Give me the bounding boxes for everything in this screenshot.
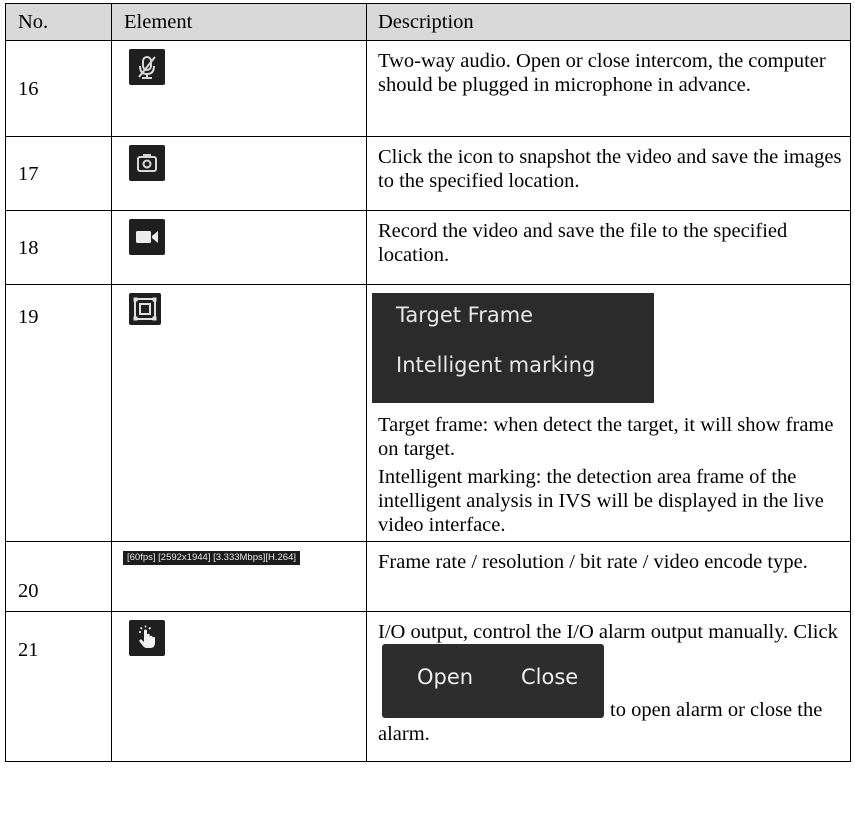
table-row: 18 Record the video and save the file to… — [5, 210, 851, 285]
table-row: 19 Target Frame Intelligent marking Targ… — [5, 284, 851, 542]
io-description-part1: I/O output, control the I/O alarm output… — [378, 621, 838, 643]
header-description: Description — [366, 3, 851, 41]
io-output-hand-icon — [129, 620, 165, 656]
row-description: Two-way audio. Open or close intercom, t… — [366, 40, 851, 137]
table-header-row: No. Element Description — [5, 3, 851, 41]
row-description: Target frame: when detect the target, it… — [378, 414, 834, 460]
header-element: Element — [111, 3, 367, 41]
encode-info-bar: [60fps] [2592x1944] [3.333Mbps][H.264] — [123, 551, 301, 565]
row-description: I/O output, control the I/O alarm output… — [378, 620, 844, 746]
table-row: 17 Click the icon to snapshot the video … — [5, 136, 851, 211]
row-description: Record the video and save the file to th… — [366, 210, 851, 285]
table-row: 20 [60fps] [2592x1944] [3.333Mbps][H.264… — [5, 541, 851, 612]
camera-snapshot-icon — [129, 145, 165, 181]
row-number: 16 — [5, 40, 112, 137]
close-alarm-button[interactable]: Close — [521, 665, 578, 689]
display-options-menu: Target Frame Intelligent marking — [372, 293, 654, 403]
row-description: Intelligent marking: the detection area … — [378, 466, 824, 536]
microphone-muted-icon — [129, 49, 165, 85]
video-record-icon — [129, 219, 165, 255]
target-frame-icon — [129, 293, 161, 325]
row-number: 21 — [5, 611, 112, 762]
open-alarm-button[interactable]: Open — [417, 665, 473, 689]
menu-item-intelligent-marking[interactable]: Intelligent marking — [396, 353, 595, 377]
table-row: 16 Two-way audio. Open or close intercom… — [5, 40, 851, 137]
alarm-toggle-control: Open Close — [382, 644, 604, 718]
table-row: 21 I/O output, control the I/O alarm out… — [5, 611, 851, 762]
row-description: Click the icon to snapshot the video and… — [366, 136, 851, 211]
row-number: 17 — [5, 136, 112, 211]
menu-item-target-frame[interactable]: Target Frame — [396, 303, 533, 327]
header-no: No. — [5, 3, 112, 41]
row-description: Frame rate / resolution / bit rate / vid… — [366, 541, 851, 612]
row-number: 20 — [5, 541, 112, 612]
row-number: 18 — [5, 210, 112, 285]
elements-table: No. Element Description 16 Two-way audio… — [5, 3, 851, 762]
row-number: 19 — [5, 284, 112, 542]
